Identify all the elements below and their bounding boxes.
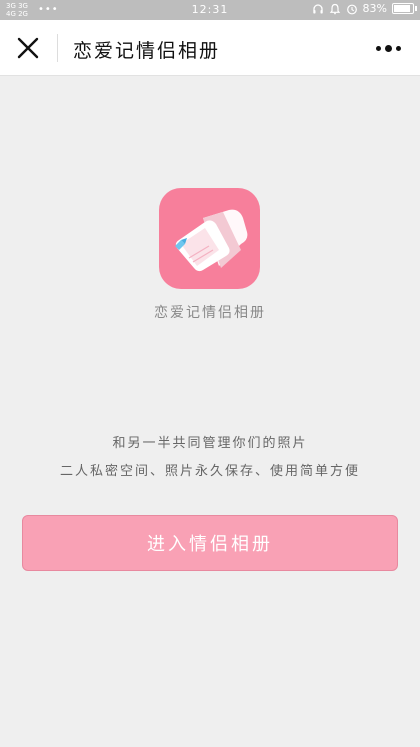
more-button[interactable] [370, 36, 406, 60]
enter-album-button[interactable]: 进入情侣相册 [22, 515, 398, 571]
battery-level [394, 5, 410, 12]
battery-percent: 83% [362, 2, 387, 15]
nav-bar: 恋爱记情侣相册 [0, 20, 420, 76]
network-bottom-label: 4G 2G [6, 10, 28, 18]
battery-icon [392, 3, 417, 14]
close-button[interactable] [10, 30, 46, 66]
alarm-icon [329, 3, 340, 14]
status-dots: ••• [37, 4, 59, 15]
app-logo [159, 188, 260, 289]
network-top-label: 3G 3G [6, 2, 28, 10]
more-dot-center [384, 44, 392, 52]
status-time: 12:31 [191, 3, 229, 16]
status-bar: 3G 3G 4G 2G ••• 12:31 83% [0, 0, 420, 20]
clock-icon [346, 4, 357, 14]
headset-icon [312, 3, 323, 13]
description-line-1: 和另一半共同管理你们的照片 [112, 436, 308, 451]
close-icon [17, 37, 39, 59]
nav-divider [57, 34, 58, 62]
more-dots-icon [375, 45, 381, 51]
network-indicator: 3G 3G 4G 2G ••• [6, 2, 59, 18]
status-icons: 83% [312, 2, 417, 15]
album-heart-icon [175, 209, 248, 272]
page-title: 恋爱记情侣相册 [73, 40, 221, 62]
more-dot-right [395, 45, 401, 51]
description-line-2: 二人私密空间、照片永久保存、使用简单方便 [59, 464, 360, 479]
app-name: 恋爱记情侣相册 [154, 305, 266, 321]
